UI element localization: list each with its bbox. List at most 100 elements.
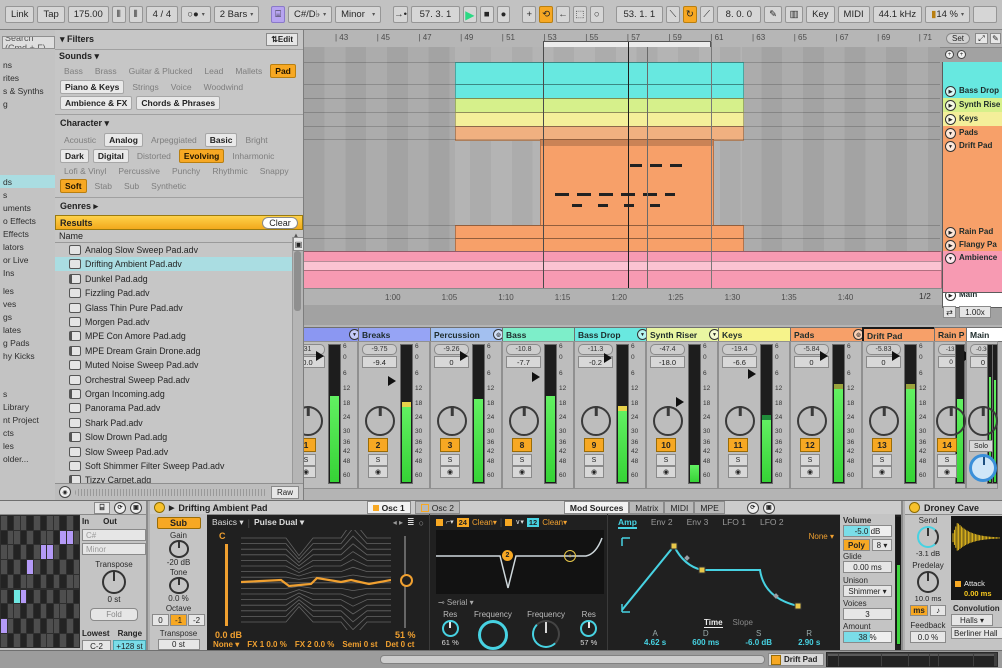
grid-cell[interactable]	[67, 619, 73, 633]
add-track-icon[interactable]: +	[945, 50, 954, 59]
list-view-icon[interactable]: ≣	[407, 517, 415, 528]
list-item[interactable]: Slow Drown Pad.adg	[55, 430, 304, 444]
amount-slider[interactable]: 38 %	[843, 631, 892, 643]
pan-knob[interactable]	[437, 406, 467, 436]
list-item[interactable]: Muted Noise Sweep Pad.adv	[55, 358, 304, 372]
grid-cell[interactable]	[1, 590, 7, 604]
mixer-strip-14[interactable]: -13.014S◉	[934, 341, 966, 489]
device-thumbnail[interactable]	[939, 654, 973, 667]
grid-cell[interactable]	[74, 516, 80, 530]
grid-cell[interactable]	[54, 560, 60, 574]
send-knob[interactable]	[917, 526, 939, 548]
res2-knob[interactable]	[580, 620, 597, 637]
octave-option--2[interactable]: -2	[188, 614, 205, 626]
octave-option-0[interactable]: 0	[152, 614, 169, 626]
waterfall-display[interactable]	[241, 530, 391, 630]
grid-cell[interactable]	[47, 619, 53, 633]
fader-handle[interactable]	[676, 397, 684, 407]
transpose-value[interactable]: 0 st	[158, 639, 200, 650]
grid-cell[interactable]	[41, 619, 47, 633]
mixer-track-name-synthriser[interactable]: Synth Riser▼	[646, 327, 724, 342]
env-param-a[interactable]: A4.62 s	[644, 629, 666, 647]
character-tag-soft[interactable]: Soft	[60, 179, 87, 193]
play-icon[interactable]: ▶	[945, 86, 956, 97]
transpose-knob[interactable]	[102, 570, 126, 594]
monitor-icon[interactable]: ◉	[584, 466, 604, 478]
automation-mode-button[interactable]: ○	[590, 6, 604, 23]
character-tag-evolving[interactable]: Evolving	[179, 149, 224, 163]
grid-cell[interactable]	[8, 560, 14, 574]
sidebar-item-hykicks[interactable]: hy Kicks	[0, 349, 56, 362]
pan-knob[interactable]	[869, 406, 899, 436]
punch-in-button[interactable]: ⟍	[666, 6, 680, 23]
hotswap-icon[interactable]: ⟳	[114, 502, 126, 514]
volume-field[interactable]: -9.4	[362, 356, 397, 368]
midi-clip[interactable]	[540, 139, 714, 227]
grid-cell[interactable]	[60, 560, 66, 574]
character-tag-digital[interactable]: Digital	[93, 149, 129, 163]
sounds-tag-pianokeys[interactable]: Piano & Keys	[60, 80, 124, 94]
horizontal-scrollbar[interactable]	[380, 655, 765, 664]
character-tag-arpeggiated[interactable]: Arpeggiated	[147, 134, 201, 146]
track-header-driftpad[interactable]: ▼Drift Pad	[942, 139, 1002, 230]
sidebar-item-les[interactable]: les	[0, 439, 56, 452]
fader-handle[interactable]	[532, 372, 540, 382]
grid-cell[interactable]	[8, 575, 14, 589]
mixer-track-name-bass[interactable]: Bass	[502, 327, 580, 342]
solo-button[interactable]: S	[656, 454, 676, 466]
env-param-r[interactable]: R2.90 s	[798, 629, 820, 647]
env-tab-env2[interactable]: Env 2	[651, 517, 673, 529]
scale-grid[interactable]	[0, 515, 80, 648]
env-tab-lfo1[interactable]: LFO 1	[722, 517, 746, 529]
grid-cell[interactable]	[8, 531, 14, 545]
grid-cell[interactable]	[47, 575, 53, 589]
tab-osc1[interactable]: Osc 1	[367, 501, 411, 514]
mixer-strip-3[interactable]: -9.26060612182430364248603S◉	[430, 341, 502, 489]
device-thumbnail[interactable]	[974, 654, 994, 667]
fader-handle[interactable]	[820, 351, 828, 361]
grid-cell[interactable]	[8, 604, 14, 618]
pan-knob[interactable]	[365, 406, 395, 436]
clear-filters-button[interactable]: Clear	[262, 217, 298, 229]
device-thumbnail[interactable]	[909, 654, 929, 667]
track-activator-button[interactable]: 11	[728, 438, 748, 452]
solo-button[interactable]: S	[368, 454, 388, 466]
midi-clip[interactable]	[455, 62, 744, 86]
character-tag-bright[interactable]: Bright	[241, 134, 271, 146]
grid-cell[interactable]	[21, 545, 27, 559]
grid-cell[interactable]	[27, 604, 33, 618]
volume-field[interactable]: -18.0	[650, 356, 685, 368]
hotswap-icon[interactable]: ⟳	[747, 502, 759, 514]
drift-device[interactable]: ▶Drifting Ambient PadOsc 1Osc 2Mod Sourc…	[150, 501, 903, 650]
fold-icon[interactable]: ▼	[945, 141, 956, 152]
grid-cell[interactable]	[54, 545, 60, 559]
character-tag-basic[interactable]: Basic	[205, 133, 238, 147]
grid-cell[interactable]	[14, 516, 20, 530]
attack-label[interactable]: Attack	[964, 579, 985, 588]
grid-cell[interactable]	[74, 604, 80, 618]
grid-cell[interactable]	[34, 516, 40, 530]
save-preset-icon[interactable]: ▣	[293, 237, 304, 251]
midi-map-button[interactable]: MIDI	[838, 6, 870, 23]
grid-cell[interactable]	[54, 604, 60, 618]
volume-slider[interactable]: -5.0 dB	[843, 525, 892, 537]
grid-cell[interactable]	[41, 531, 47, 545]
time-ruler[interactable]: 1:001:051:101:151:201:251:301:351:40	[283, 288, 1002, 305]
pan-knob[interactable]	[936, 406, 966, 436]
sounds-tag-lead[interactable]: Lead	[200, 65, 227, 77]
sounds-tag-mallets[interactable]: Mallets	[231, 65, 266, 77]
mixer-strip-2[interactable]: -9.75-9.460612182430364248602S◉	[358, 341, 430, 489]
sounds-tag-chordsphrases[interactable]: Chords & Phrases	[136, 96, 220, 110]
filter1-slope-badge[interactable]: 24	[457, 518, 469, 527]
search-input[interactable]: Search (Cmd + F)	[2, 36, 55, 49]
peak-level-display[interactable]: -10.8	[506, 344, 541, 355]
fold-icon[interactable]: ▼	[945, 128, 956, 139]
monitor-icon[interactable]: ◉	[728, 466, 748, 478]
fader-handle[interactable]	[316, 351, 324, 361]
grid-cell[interactable]	[34, 545, 40, 559]
grid-cell-active[interactable]	[1, 619, 7, 633]
play-icon[interactable]: ▶	[945, 114, 956, 125]
freq1-knob[interactable]	[478, 620, 508, 650]
pan-knob[interactable]	[968, 406, 998, 436]
scale-mode-icon[interactable]: ⌸	[271, 6, 285, 23]
